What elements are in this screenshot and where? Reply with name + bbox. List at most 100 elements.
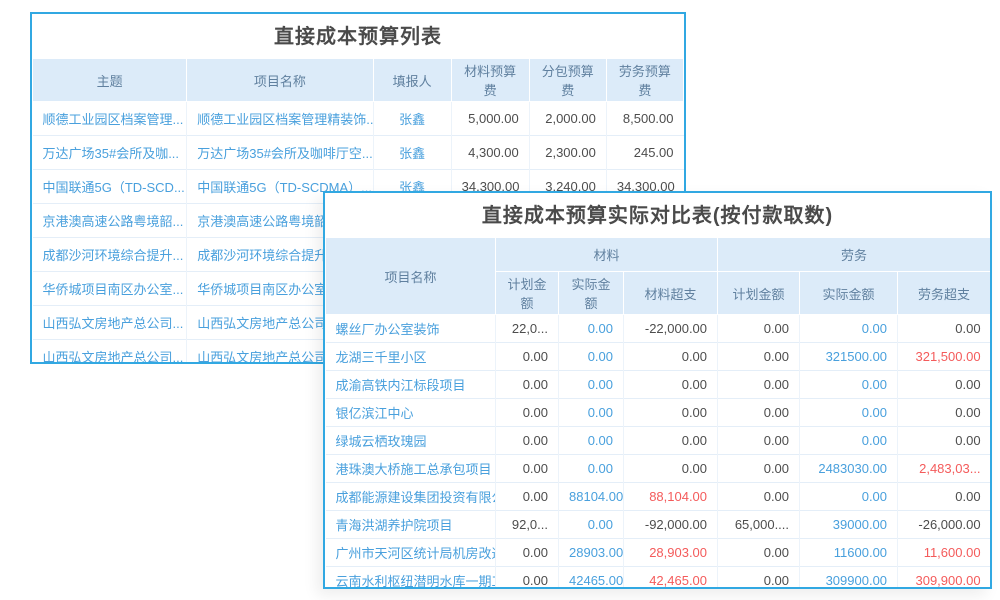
material-plan-cell: 0.00 xyxy=(496,483,559,511)
subject-link[interactable]: 华侨城项目南区办公室... xyxy=(33,272,187,306)
header-labor-actual: 实际金额 xyxy=(800,272,898,315)
table-row: 万达广场35#会所及咖... 万达广场35#会所及咖啡厅空... 张鑫 4,30… xyxy=(33,136,684,170)
labor-overrun-cell: 309,900.00 xyxy=(898,567,991,590)
material-plan-cell: 0.00 xyxy=(496,399,559,427)
reporter-link[interactable]: 张鑫 xyxy=(373,136,451,170)
comparison-table: 项目名称 材料 劳务 计划金额 实际金额 材料超支 计划金额 实际金额 劳务超支… xyxy=(325,237,991,589)
header-material-overrun: 材料超支 xyxy=(624,272,718,315)
labor-actual-link[interactable]: 0.00 xyxy=(800,483,898,511)
subject-link[interactable]: 山西弘文房地产总公司... xyxy=(33,340,187,365)
labor-plan-cell: 0.00 xyxy=(718,371,800,399)
project-name-link[interactable]: 银亿滨江中心 xyxy=(326,399,496,427)
project-name-link[interactable]: 青海洪湖养护院项目 xyxy=(326,511,496,539)
labor-overrun-cell: 0.00 xyxy=(898,371,991,399)
material-actual-link[interactable]: 0.00 xyxy=(559,511,624,539)
header-subject: 主题 xyxy=(33,59,187,102)
subcontract-budget-cell: 2,300.00 xyxy=(529,136,606,170)
table-row: 云南水利枢纽潜明水库一期工 0.00 42465.00 42,465.00 0.… xyxy=(326,567,991,590)
labor-overrun-cell: 321,500.00 xyxy=(898,343,991,371)
labor-actual-link[interactable]: 39000.00 xyxy=(800,511,898,539)
project-name-link[interactable]: 港珠澳大桥施工总承包项目 xyxy=(326,455,496,483)
labor-plan-cell: 0.00 xyxy=(718,539,800,567)
material-actual-link[interactable]: 42465.00 xyxy=(559,567,624,590)
labor-overrun-cell: 11,600.00 xyxy=(898,539,991,567)
header-labor-plan: 计划金额 xyxy=(718,272,800,315)
labor-actual-link[interactable]: 309900.00 xyxy=(800,567,898,590)
labor-overrun-cell: 2,483,03... xyxy=(898,455,991,483)
labor-actual-link[interactable]: 0.00 xyxy=(800,427,898,455)
material-actual-link[interactable]: 0.00 xyxy=(559,371,624,399)
header-group-labor: 劳务 xyxy=(718,238,991,272)
labor-plan-cell: 0.00 xyxy=(718,427,800,455)
material-actual-link[interactable]: 0.00 xyxy=(559,455,624,483)
labor-plan-cell: 0.00 xyxy=(718,399,800,427)
labor-plan-cell: 0.00 xyxy=(718,455,800,483)
labor-plan-cell: 0.00 xyxy=(718,343,800,371)
material-actual-link[interactable]: 0.00 xyxy=(559,315,624,343)
header-group-material: 材料 xyxy=(496,238,718,272)
subject-link[interactable]: 中国联通5G（TD-SCD... xyxy=(33,170,187,204)
material-plan-cell: 0.00 xyxy=(496,567,559,590)
labor-plan-cell: 0.00 xyxy=(718,315,800,343)
project-name-link[interactable]: 云南水利枢纽潜明水库一期工 xyxy=(326,567,496,590)
header-material-plan: 计划金额 xyxy=(496,272,559,315)
project-name-link[interactable]: 成渝高铁内江标段项目 xyxy=(326,371,496,399)
header-project-name: 项目名称 xyxy=(326,238,496,315)
project-name-link[interactable]: 成都能源建设集团投资有限公 xyxy=(326,483,496,511)
comparison-panel: 直接成本预算实际对比表(按付款取数) 项目名称 材料 劳务 计划金额 实际金额 … xyxy=(323,191,992,589)
subject-link[interactable]: 成都沙河环境综合提升... xyxy=(33,238,187,272)
labor-actual-link[interactable]: 2483030.00 xyxy=(800,455,898,483)
labor-overrun-cell: 0.00 xyxy=(898,315,991,343)
table-row: 龙湖三千里小区 0.00 0.00 0.00 0.00 321500.00 32… xyxy=(326,343,991,371)
project-name-link[interactable]: 顺德工业园区档案管理精装饰... xyxy=(187,102,373,136)
labor-actual-link[interactable]: 321500.00 xyxy=(800,343,898,371)
material-overrun-cell: 0.00 xyxy=(624,343,718,371)
comparison-title: 直接成本预算实际对比表(按付款取数) xyxy=(325,193,990,237)
table-row: 广州市天河区统计局机房改造 0.00 28903.00 28,903.00 0.… xyxy=(326,539,991,567)
material-actual-link[interactable]: 88104.00 xyxy=(559,483,624,511)
labor-actual-link[interactable]: 0.00 xyxy=(800,371,898,399)
material-overrun-cell: 0.00 xyxy=(624,455,718,483)
labor-actual-link[interactable]: 0.00 xyxy=(800,315,898,343)
reporter-link[interactable]: 张鑫 xyxy=(373,102,451,136)
header-project-name: 项目名称 xyxy=(187,59,373,102)
project-name-link[interactable]: 绿城云栖玫瑰园 xyxy=(326,427,496,455)
header-labor-budget: 劳务预算费 xyxy=(606,59,683,102)
table-row: 顺德工业园区档案管理... 顺德工业园区档案管理精装饰... 张鑫 5,000.… xyxy=(33,102,684,136)
comparison-group-header-row: 项目名称 材料 劳务 xyxy=(326,238,991,272)
subject-link[interactable]: 京港澳高速公路粤境韶... xyxy=(33,204,187,238)
material-actual-link[interactable]: 0.00 xyxy=(559,427,624,455)
subject-link[interactable]: 顺德工业园区档案管理... xyxy=(33,102,187,136)
labor-actual-link[interactable]: 0.00 xyxy=(800,399,898,427)
material-overrun-cell: -22,000.00 xyxy=(624,315,718,343)
material-overrun-cell: 42,465.00 xyxy=(624,567,718,590)
labor-plan-cell: 0.00 xyxy=(718,567,800,590)
material-actual-link[interactable]: 0.00 xyxy=(559,343,624,371)
labor-overrun-cell: 0.00 xyxy=(898,427,991,455)
table-row: 绿城云栖玫瑰园 0.00 0.00 0.00 0.00 0.00 0.00 xyxy=(326,427,991,455)
material-actual-link[interactable]: 28903.00 xyxy=(559,539,624,567)
project-name-link[interactable]: 龙湖三千里小区 xyxy=(326,343,496,371)
material-plan-cell: 0.00 xyxy=(496,539,559,567)
project-name-link[interactable]: 广州市天河区统计局机房改造 xyxy=(326,539,496,567)
header-subcontract-budget: 分包预算费 xyxy=(529,59,606,102)
header-material-actual: 实际金额 xyxy=(559,272,624,315)
material-plan-cell: 0.00 xyxy=(496,427,559,455)
table-row: 青海洪湖养护院项目 92,0... 0.00 -92,000.00 65,000… xyxy=(326,511,991,539)
project-name-link[interactable]: 万达广场35#会所及咖啡厅空... xyxy=(187,136,373,170)
material-plan-cell: 22,0... xyxy=(496,315,559,343)
labor-actual-link[interactable]: 11600.00 xyxy=(800,539,898,567)
table-row: 成都能源建设集团投资有限公 0.00 88104.00 88,104.00 0.… xyxy=(326,483,991,511)
header-reporter: 填报人 xyxy=(373,59,451,102)
material-overrun-cell: 0.00 xyxy=(624,371,718,399)
project-name-link[interactable]: 螺丝厂办公室装饰 xyxy=(326,315,496,343)
material-actual-link[interactable]: 0.00 xyxy=(559,399,624,427)
subject-link[interactable]: 万达广场35#会所及咖... xyxy=(33,136,187,170)
material-overrun-cell: -92,000.00 xyxy=(624,511,718,539)
subcontract-budget-cell: 2,000.00 xyxy=(529,102,606,136)
labor-overrun-cell: 0.00 xyxy=(898,399,991,427)
subject-link[interactable]: 山西弘文房地产总公司... xyxy=(33,306,187,340)
table-row: 银亿滨江中心 0.00 0.00 0.00 0.00 0.00 0.00 xyxy=(326,399,991,427)
header-material-budget: 材料预算费 xyxy=(451,59,529,102)
table-row: 螺丝厂办公室装饰 22,0... 0.00 -22,000.00 0.00 0.… xyxy=(326,315,991,343)
